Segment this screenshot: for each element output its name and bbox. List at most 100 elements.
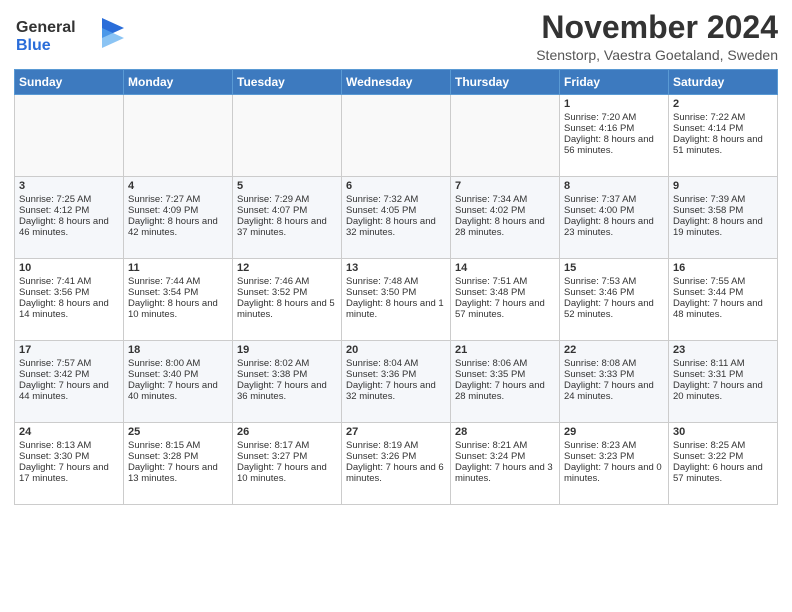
svg-text:General: General — [16, 19, 76, 36]
cell-info: Sunset: 3:22 PM — [673, 451, 773, 462]
day-number: 15 — [564, 262, 664, 274]
day-number: 14 — [455, 262, 555, 274]
calendar-cell: 17Sunrise: 7:57 AMSunset: 3:42 PMDayligh… — [15, 341, 124, 423]
calendar-week-row: 1Sunrise: 7:20 AMSunset: 4:16 PMDaylight… — [15, 95, 778, 177]
title-area: November 2024 Stenstorp, Vaestra Goetala… — [536, 10, 778, 63]
cell-info: Sunset: 3:33 PM — [564, 369, 664, 380]
cell-info: Sunrise: 7:27 AM — [128, 194, 228, 205]
cell-info: Sunset: 4:14 PM — [673, 123, 773, 134]
cell-info: Sunset: 4:07 PM — [237, 205, 337, 216]
cell-info: Sunset: 3:23 PM — [564, 451, 664, 462]
calendar-cell: 1Sunrise: 7:20 AMSunset: 4:16 PMDaylight… — [560, 95, 669, 177]
calendar: SundayMondayTuesdayWednesdayThursdayFrid… — [14, 69, 778, 505]
cell-info: Sunset: 3:26 PM — [346, 451, 446, 462]
calendar-week-row: 3Sunrise: 7:25 AMSunset: 4:12 PMDaylight… — [15, 177, 778, 259]
calendar-cell: 18Sunrise: 8:00 AMSunset: 3:40 PMDayligh… — [124, 341, 233, 423]
calendar-cell: 22Sunrise: 8:08 AMSunset: 3:33 PMDayligh… — [560, 341, 669, 423]
cell-info: Sunset: 3:56 PM — [19, 287, 119, 298]
cell-info: Sunrise: 8:17 AM — [237, 440, 337, 451]
cell-info: Sunrise: 7:55 AM — [673, 276, 773, 287]
cell-info: Daylight: 8 hours and 19 minutes. — [673, 216, 773, 238]
cell-info: Daylight: 7 hours and 36 minutes. — [237, 380, 337, 402]
day-number: 25 — [128, 426, 228, 438]
calendar-cell: 26Sunrise: 8:17 AMSunset: 3:27 PMDayligh… — [233, 423, 342, 505]
day-of-week-header: Friday — [560, 70, 669, 95]
cell-info: Sunrise: 8:11 AM — [673, 358, 773, 369]
calendar-cell: 24Sunrise: 8:13 AMSunset: 3:30 PMDayligh… — [15, 423, 124, 505]
cell-info: Sunrise: 7:37 AM — [564, 194, 664, 205]
calendar-cell: 16Sunrise: 7:55 AMSunset: 3:44 PMDayligh… — [669, 259, 778, 341]
cell-info: Daylight: 7 hours and 6 minutes. — [346, 462, 446, 484]
calendar-cell — [342, 95, 451, 177]
cell-info: Sunrise: 8:13 AM — [19, 440, 119, 451]
day-number: 6 — [346, 180, 446, 192]
cell-info: Sunrise: 8:25 AM — [673, 440, 773, 451]
cell-info: Sunset: 4:05 PM — [346, 205, 446, 216]
calendar-cell: 2Sunrise: 7:22 AMSunset: 4:14 PMDaylight… — [669, 95, 778, 177]
calendar-cell — [233, 95, 342, 177]
day-number: 27 — [346, 426, 446, 438]
calendar-cell: 15Sunrise: 7:53 AMSunset: 3:46 PMDayligh… — [560, 259, 669, 341]
cell-info: Daylight: 8 hours and 56 minutes. — [564, 134, 664, 156]
cell-info: Daylight: 8 hours and 46 minutes. — [19, 216, 119, 238]
day-number: 1 — [564, 98, 664, 110]
calendar-cell: 8Sunrise: 7:37 AMSunset: 4:00 PMDaylight… — [560, 177, 669, 259]
cell-info: Daylight: 8 hours and 10 minutes. — [128, 298, 228, 320]
calendar-cell: 14Sunrise: 7:51 AMSunset: 3:48 PMDayligh… — [451, 259, 560, 341]
cell-info: Daylight: 8 hours and 42 minutes. — [128, 216, 228, 238]
cell-info: Daylight: 8 hours and 1 minute. — [346, 298, 446, 320]
cell-info: Sunset: 4:12 PM — [19, 205, 119, 216]
calendar-cell: 28Sunrise: 8:21 AMSunset: 3:24 PMDayligh… — [451, 423, 560, 505]
cell-info: Sunset: 3:28 PM — [128, 451, 228, 462]
calendar-cell: 29Sunrise: 8:23 AMSunset: 3:23 PMDayligh… — [560, 423, 669, 505]
day-of-week-header: Thursday — [451, 70, 560, 95]
day-number: 12 — [237, 262, 337, 274]
calendar-cell: 6Sunrise: 7:32 AMSunset: 4:05 PMDaylight… — [342, 177, 451, 259]
day-number: 7 — [455, 180, 555, 192]
day-number: 3 — [19, 180, 119, 192]
day-number: 11 — [128, 262, 228, 274]
cell-info: Daylight: 7 hours and 17 minutes. — [19, 462, 119, 484]
calendar-week-row: 10Sunrise: 7:41 AMSunset: 3:56 PMDayligh… — [15, 259, 778, 341]
day-of-week-header: Monday — [124, 70, 233, 95]
location: Stenstorp, Vaestra Goetaland, Sweden — [536, 47, 778, 63]
month-title: November 2024 — [536, 10, 778, 45]
calendar-cell: 10Sunrise: 7:41 AMSunset: 3:56 PMDayligh… — [15, 259, 124, 341]
logo: General Blue — [14, 14, 124, 61]
cell-info: Sunset: 4:02 PM — [455, 205, 555, 216]
day-number: 13 — [346, 262, 446, 274]
cell-info: Daylight: 7 hours and 52 minutes. — [564, 298, 664, 320]
day-number: 21 — [455, 344, 555, 356]
cell-info: Sunrise: 7:57 AM — [19, 358, 119, 369]
calendar-cell: 11Sunrise: 7:44 AMSunset: 3:54 PMDayligh… — [124, 259, 233, 341]
cell-info: Sunset: 3:24 PM — [455, 451, 555, 462]
day-of-week-header: Saturday — [669, 70, 778, 95]
cell-info: Daylight: 7 hours and 13 minutes. — [128, 462, 228, 484]
cell-info: Sunrise: 8:00 AM — [128, 358, 228, 369]
cell-info: Daylight: 8 hours and 51 minutes. — [673, 134, 773, 156]
day-number: 28 — [455, 426, 555, 438]
cell-info: Sunrise: 7:44 AM — [128, 276, 228, 287]
calendar-cell — [124, 95, 233, 177]
cell-info: Sunset: 3:36 PM — [346, 369, 446, 380]
cell-info: Sunrise: 8:19 AM — [346, 440, 446, 451]
calendar-cell: 3Sunrise: 7:25 AMSunset: 4:12 PMDaylight… — [15, 177, 124, 259]
cell-info: Sunset: 3:48 PM — [455, 287, 555, 298]
calendar-cell: 21Sunrise: 8:06 AMSunset: 3:35 PMDayligh… — [451, 341, 560, 423]
cell-info: Sunrise: 7:32 AM — [346, 194, 446, 205]
cell-info: Daylight: 7 hours and 48 minutes. — [673, 298, 773, 320]
cell-info: Sunset: 3:30 PM — [19, 451, 119, 462]
calendar-cell: 4Sunrise: 7:27 AMSunset: 4:09 PMDaylight… — [124, 177, 233, 259]
cell-info: Sunset: 3:40 PM — [128, 369, 228, 380]
day-number: 19 — [237, 344, 337, 356]
cell-info: Sunrise: 7:48 AM — [346, 276, 446, 287]
calendar-week-row: 24Sunrise: 8:13 AMSunset: 3:30 PMDayligh… — [15, 423, 778, 505]
day-number: 4 — [128, 180, 228, 192]
cell-info: Sunset: 3:58 PM — [673, 205, 773, 216]
logo-text: General Blue — [14, 14, 124, 61]
cell-info: Daylight: 8 hours and 5 minutes. — [237, 298, 337, 320]
calendar-cell: 27 Sunrise: 8:19 AMSunset: 3:26 PMDayligh… — [342, 423, 451, 505]
calendar-cell: 20Sunrise: 8:04 AMSunset: 3:36 PMDayligh… — [342, 341, 451, 423]
day-number: 22 — [564, 344, 664, 356]
cell-info: Sunset: 4:16 PM — [564, 123, 664, 134]
